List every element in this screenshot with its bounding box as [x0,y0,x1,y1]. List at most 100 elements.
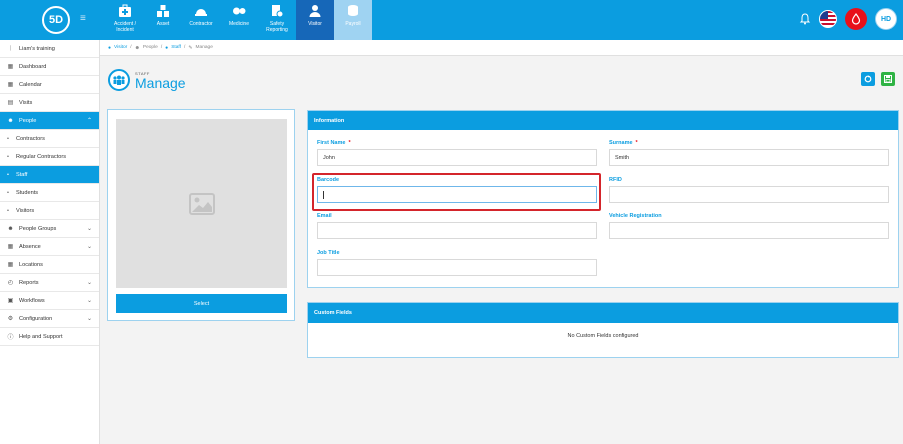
photo-placeholder [116,119,287,288]
sidebar-item-regular-contractors[interactable]: • Regular Contractors [0,148,99,166]
blood-drop-icon[interactable] [845,8,867,30]
sidebar-item-people[interactable]: ☻ People ⌃ [0,112,99,130]
breadcrumb-manage: Manage [195,45,213,50]
configuration-icon: ⚙ [7,316,14,322]
page-header: STAFF Manage [108,66,186,94]
sidebar-item-students[interactable]: • Students [0,184,99,202]
us-flag-icon[interactable] [819,10,837,28]
sidebar-item-configuration[interactable]: ⚙ Configuration ⌄ [0,310,99,328]
breadcrumb: ● Visitor / ☻ People / ● Staff / ✎ Manag… [100,40,903,56]
module-label-line1: Visitor [308,21,322,27]
rfid-label: RFID [609,177,622,183]
visits-icon: ▤ [7,100,14,106]
sidebar-item-reports[interactable]: ◴ Reports ⌄ [0,274,99,292]
select-photo-button[interactable]: Select [116,294,287,313]
bullet-icon: • [7,207,9,214]
email-input[interactable] [317,222,597,239]
barcode-input[interactable] [317,186,597,203]
first-name-input[interactable]: John [317,149,597,166]
module-visitor[interactable]: Visitor [296,0,334,40]
breadcrumb-separator: / [160,45,163,50]
first-aid-kit-icon [119,4,131,17]
required-asterisk: * [635,140,638,146]
sidebar-item-label: Configuration [19,315,53,322]
sidebar-item-visitors[interactable]: • Visitors [0,202,99,220]
information-panel-title: Information [308,111,898,130]
sidebar-item-people-groups[interactable]: ☻ People Groups ⌄ [0,220,99,238]
save-button[interactable] [881,72,895,86]
page-title-block: STAFF Manage [135,71,186,90]
workflows-icon: ▣ [7,298,14,304]
job-title-field-group: Job Title [317,250,597,276]
chevron-up-icon: ⌃ [86,118,92,124]
hamburger-menu-icon[interactable]: ≡ [80,14,90,24]
bullet-icon: • [7,189,9,196]
visitor-person-icon: ● [108,44,112,51]
page-title: Manage [135,74,186,91]
sidebar-item-staff[interactable]: • Staff [0,166,99,184]
people-icon: ☻ [134,44,140,51]
module-label-line2: Incident [116,27,134,33]
pencil-icon: ✎ [188,44,193,51]
calendar-icon: ▦ [7,82,14,88]
sidebar-item-label: Dashboard [19,63,47,70]
breadcrumb-separator: / [183,45,186,50]
pills-icon [233,7,246,15]
module-bar: Accident / Incident Asset Contractor Med… [106,0,372,40]
sidebar-item-calendar[interactable]: ▦ Calendar [0,76,99,94]
surname-field-group: Surname * Smith [609,140,889,166]
rfid-field-group: RFID [609,177,889,203]
bell-icon[interactable] [799,13,811,25]
barcode-label: Barcode [317,177,340,183]
breadcrumb-staff[interactable]: Staff [171,45,181,50]
module-payroll[interactable]: Payroll [334,0,372,40]
branch-icon: ᛁ [8,45,13,52]
top-bar: 5D ≡ Accident / Incident Asset Contracto… [0,0,903,40]
email-field-group: Email [317,213,597,239]
sidebar-item-absence[interactable]: ▦ Absence ⌄ [0,238,99,256]
app-logo[interactable]: 5D [42,6,70,34]
vehicle-registration-label: Vehicle Registration [609,213,662,219]
staff-group-icon [108,69,130,91]
vehicle-registration-input[interactable] [609,222,889,239]
hard-hat-icon [195,9,207,16]
surname-input[interactable]: Smith [609,149,889,166]
module-safety-reporting[interactable]: Safety Reporting [258,0,296,40]
no-custom-fields-message: No Custom Fields configured [567,333,639,339]
module-accident-incident[interactable]: Accident / Incident [106,0,144,40]
dashboard-icon: ▦ [7,64,14,70]
asset-boxes-icon [157,5,169,17]
sidebar-item-label: Liam's training [19,45,55,52]
people-icon: ☻ [7,117,14,124]
sidebar-item-label: Regular Contractors [15,153,67,160]
breadcrumb-visitor[interactable]: Visitor [114,45,127,50]
breadcrumb-people[interactable]: People [143,45,158,50]
sidebar-item-dashboard[interactable]: ▦ Dashboard [0,58,99,76]
first-name-label-text: First Name [317,140,346,146]
sidebar-item-label: Workflows [19,297,45,304]
refresh-button[interactable] [861,72,875,86]
sidebar-item-label: Visitors [15,207,35,214]
rfid-input[interactable] [609,186,889,203]
groups-icon: ☻ [7,225,14,232]
module-label-line1: Contractor [189,21,213,27]
sidebar: ᛁ Liam's training ▦ Dashboard ▦ Calendar ▤ V… [0,40,100,444]
sidebar-item-visits[interactable]: ▤ Visits [0,94,99,112]
sidebar-item-help-and-support[interactable]: ⓘ Help and Support [0,328,99,346]
module-contractor[interactable]: Contractor [182,0,220,40]
sidebar-item-branch[interactable]: ᛁ Liam's training [0,40,99,58]
sidebar-item-workflows[interactable]: ▣ Workflows ⌄ [0,292,99,310]
chevron-down-icon: ⌄ [86,280,92,286]
user-avatar[interactable]: HD [875,8,897,30]
module-asset[interactable]: Asset [144,0,182,40]
top-right-actions: HD [799,8,897,30]
job-title-input[interactable] [317,259,597,276]
surname-label-text: Surname [609,140,633,146]
locations-icon: ▦ [7,262,14,268]
custom-fields-panel-title: Custom Fields [308,303,898,323]
sidebar-item-label: Calendar [19,81,42,88]
sidebar-item-locations[interactable]: ▦ Locations [0,256,99,274]
module-medicine[interactable]: Medicine [220,0,258,40]
sidebar-item-label: Locations [19,261,43,268]
sidebar-item-contractors[interactable]: • Contractors [0,130,99,148]
